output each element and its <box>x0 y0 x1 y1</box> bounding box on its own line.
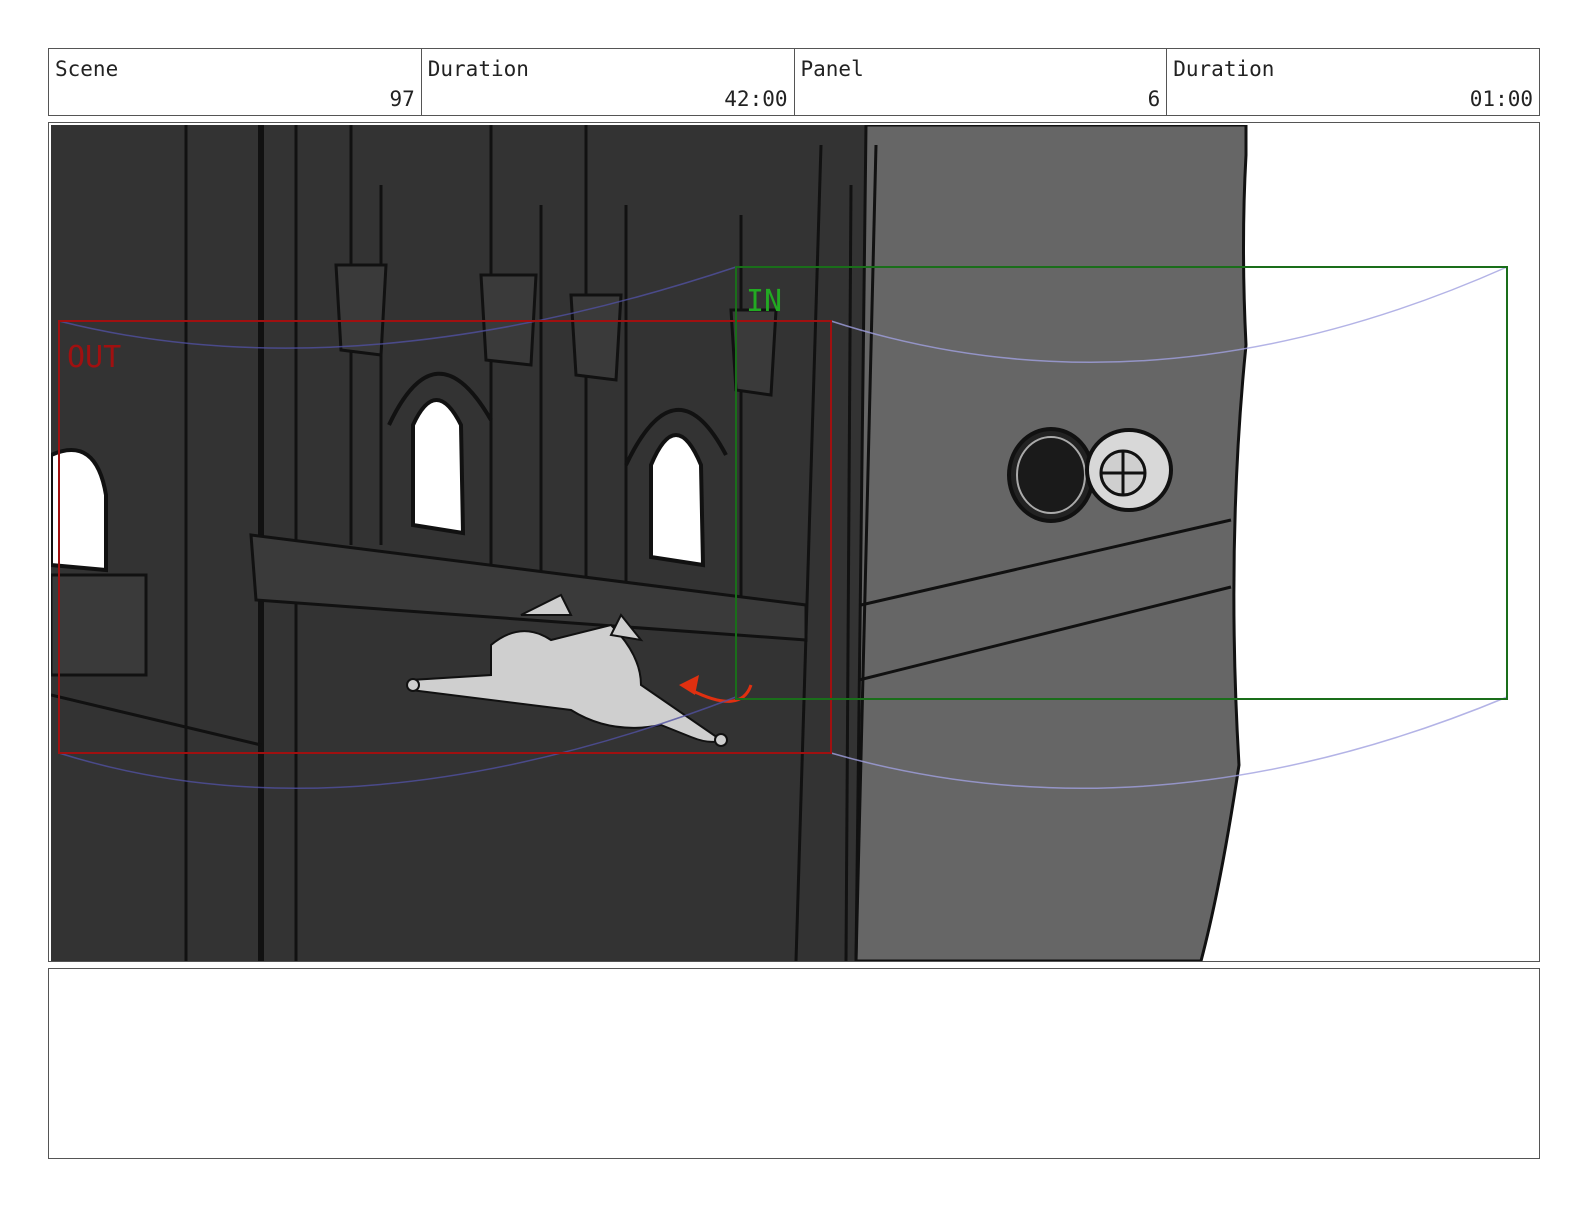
scene-cell: Scene 97 <box>49 49 422 115</box>
scene-duration-cell: Duration 42:00 <box>422 49 795 115</box>
out-frame-label: OUT <box>67 340 121 375</box>
storyboard-drawing: OUT IN <box>51 125 1508 961</box>
scene-label: Scene <box>55 57 119 81</box>
building-tower-light <box>854 125 1248 961</box>
panel-duration-label: Duration <box>1173 57 1275 81</box>
window-2 <box>649 433 706 568</box>
panel-number[interactable]: 6 <box>1148 87 1161 111</box>
window-1 <box>411 398 466 536</box>
scene-number[interactable]: 97 <box>389 87 414 111</box>
building-wall-dark <box>51 125 871 961</box>
panel-cell: Panel 6 <box>795 49 1168 115</box>
in-frame-label: IN <box>746 284 782 319</box>
scene-duration-label: Duration <box>427 57 529 81</box>
panel-notes-box[interactable] <box>48 968 1540 1159</box>
panel-duration-cell: Duration 01:00 <box>1167 49 1539 115</box>
panel-info-header: Scene 97 Duration 42:00 Panel 6 Duration… <box>48 48 1540 116</box>
scene-duration-value[interactable]: 42:00 <box>724 87 787 111</box>
storyboard-panel-image[interactable]: OUT IN <box>48 122 1540 962</box>
balcony <box>51 573 148 677</box>
panel-duration-value[interactable]: 01:00 <box>1470 87 1533 111</box>
panel-label: Panel <box>800 57 864 81</box>
